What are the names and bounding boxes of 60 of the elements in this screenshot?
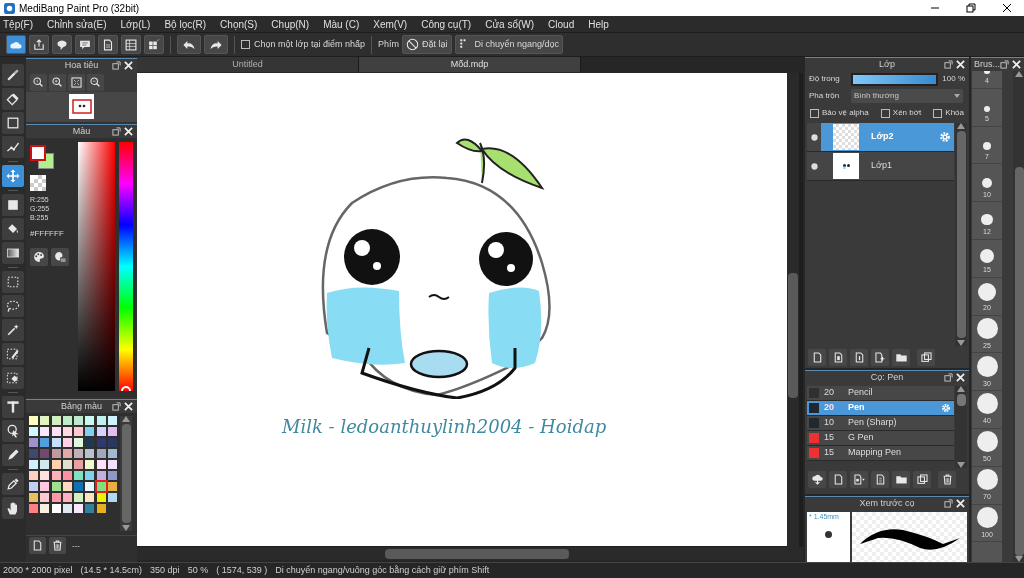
panel-title: Brus... bbox=[974, 57, 1000, 71]
opacity-value: 100 % bbox=[942, 73, 965, 85]
menu-item[interactable]: Chọn(S) bbox=[220, 16, 258, 32]
checkbox-label[interactable]: Xén bớt bbox=[892, 107, 922, 119]
move-mode-button[interactable]: Di chuyển ngang/dọc bbox=[454, 35, 564, 54]
menu-item[interactable]: Bộ lọc(R) bbox=[164, 16, 207, 32]
brush-size: 15 bbox=[824, 431, 835, 445]
brush-row[interactable]: 15 Mapping Pen bbox=[807, 446, 954, 461]
checkbox-label[interactable]: Bảo vệ alpha bbox=[822, 107, 869, 119]
menu-item[interactable]: Cửa sổ(W) bbox=[485, 16, 535, 32]
checkbox-label[interactable]: Khóa bbox=[945, 107, 964, 119]
panel-title: Lớp bbox=[879, 57, 895, 71]
canvas[interactable]: Milk - ledoanthuylinh2004 - Hoidap bbox=[137, 73, 787, 546]
status-text: 350 dpi bbox=[150, 563, 180, 577]
brush-name: Mapping Pen bbox=[848, 446, 902, 460]
palette-name: --- bbox=[72, 539, 80, 552]
panel-title: Màu bbox=[72, 124, 91, 138]
brush-row[interactable]: 15 G Pen bbox=[807, 431, 954, 446]
status-text: (14.5 * 14.5cm) bbox=[80, 563, 143, 577]
reset-button[interactable]: Đặt lại bbox=[402, 35, 452, 54]
hex-value: #FFFFFF bbox=[30, 228, 65, 240]
layer-row[interactable]: Lớp1 bbox=[807, 152, 954, 181]
window-title: MediBang Paint Pro (32bit) bbox=[19, 1, 140, 16]
layer-name: Lớp1 bbox=[871, 159, 892, 173]
menu-item[interactable]: Help bbox=[588, 16, 609, 32]
menu-item[interactable]: Chụp(N) bbox=[271, 16, 310, 32]
menu-item[interactable]: Tệp(F) bbox=[3, 16, 33, 32]
keys-label: Phím bbox=[377, 37, 399, 51]
menu-item[interactable]: Cloud bbox=[548, 16, 575, 32]
brush-name: Pencil bbox=[848, 386, 873, 400]
field-label: Pha trộn bbox=[809, 90, 841, 102]
field-label: Độ trong bbox=[809, 73, 841, 85]
document-tab[interactable]: Untitled bbox=[137, 57, 359, 72]
document-tab[interactable]: Mốd.mdp bbox=[359, 57, 581, 72]
brush-size: 20 bbox=[824, 386, 835, 400]
brush-size: 10 bbox=[824, 416, 835, 430]
status-text: 50 % bbox=[187, 563, 209, 577]
menu-item[interactable]: Công cụ(T) bbox=[421, 16, 472, 32]
brush-size: 20 bbox=[824, 401, 835, 415]
brush-size: 15 bbox=[824, 446, 835, 460]
status-text: Di chuyển ngang/vuông góc bằng cách giữ phím Shift bbox=[275, 563, 490, 577]
brush-name: G Pen bbox=[848, 431, 874, 445]
menu-item[interactable]: Xem(V) bbox=[373, 16, 408, 32]
brush-name: Pen (Sharp) bbox=[848, 416, 897, 430]
menu-item[interactable]: Màu (C) bbox=[323, 16, 360, 32]
panel-title: Xem trước cọ bbox=[859, 496, 915, 510]
panel-title: Cọ: Pen bbox=[870, 370, 904, 384]
brush-row[interactable]: 10 Pen (Sharp) bbox=[807, 416, 954, 431]
status-text: 2000 * 2000 pixel bbox=[3, 563, 73, 577]
signature-text: Milk - ledoanthuylinh2004 - Hoidap bbox=[282, 415, 607, 439]
blend-mode-dropdown[interactable]: Bình thường bbox=[851, 89, 963, 103]
checkbox-label[interactable]: Chọn một lớp tại điểm nhấp bbox=[254, 37, 365, 52]
panel-title: Hoa tiêu bbox=[64, 58, 99, 72]
layer-name: Lớp2 bbox=[871, 130, 894, 144]
brush-name: Pen bbox=[848, 401, 865, 415]
status-text: ( 1574, 539 ) bbox=[216, 563, 268, 577]
brush-row[interactable]: 20 Pencil bbox=[807, 386, 954, 401]
menu-item[interactable]: Chỉnh sửa(E) bbox=[47, 16, 107, 32]
menu-item[interactable]: Lớp(L) bbox=[120, 16, 151, 32]
panel-title: Bảng màu bbox=[61, 399, 102, 413]
